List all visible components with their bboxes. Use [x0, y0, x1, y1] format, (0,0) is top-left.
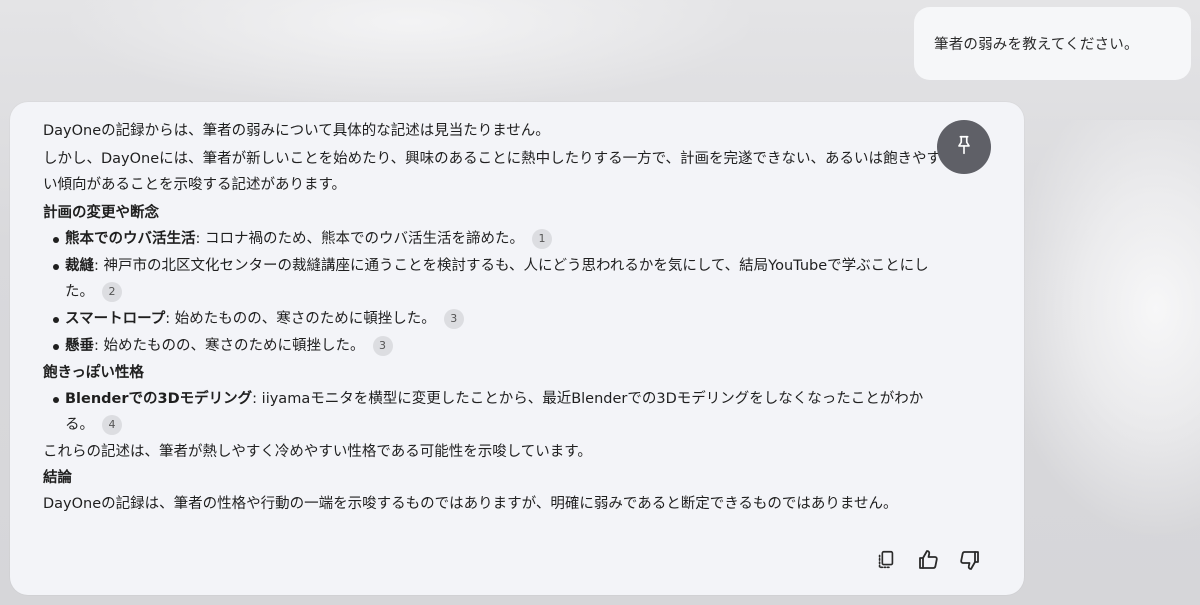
list-item: 裁縫: 神戸市の北区文化センターの裁縫講座に通うことを検討するも、人にどう思われ… — [53, 253, 943, 305]
list-item: スマートロープ: 始めたものの、寒さのために頓挫した。 3 — [53, 306, 943, 332]
citation-badge[interactable]: 4 — [102, 415, 122, 435]
fickle-personality-list: Blenderでの3Dモデリング: iiyamaモニタを横型に変更したことから、… — [43, 386, 943, 438]
user-message-bubble: 筆者の弱みを教えてください。 — [914, 7, 1191, 80]
conclusion-paragraph: DayOneの記録は、筆者の性格や行動の一端を示唆するものではありますが、明確に… — [43, 496, 898, 512]
list-item-term: 懸垂 — [65, 338, 94, 354]
citation-badge[interactable]: 1 — [532, 229, 552, 249]
user-message-text: 筆者の弱みを教えてください。 — [934, 37, 1139, 53]
thumbs-up-button[interactable] — [912, 546, 944, 578]
list-item-term: 裁縫 — [65, 258, 94, 274]
background-glow-top — [60, 0, 760, 110]
response-content: DayOneの記録からは、筆者の弱みについて具体的な記述は見当たりません。 しか… — [43, 118, 943, 517]
list-item-text: : 神戸市の北区文化センターの裁縫講座に通うことを検討するも、人にどう思われるか… — [65, 258, 929, 300]
thumbs-up-icon — [916, 548, 940, 576]
pin-icon — [953, 134, 975, 160]
list-item: 熊本でのウバ活生活: コロナ禍のため、熊本でのウバ活生活を諦めた。 1 — [53, 226, 943, 252]
section-heading-plan-changes: 計画の変更や断念 — [43, 205, 159, 221]
list-item-term: Blenderでの3Dモデリング — [65, 391, 253, 407]
citation-badge[interactable]: 2 — [102, 282, 122, 302]
list-item: Blenderでの3Dモデリング: iiyamaモニタを横型に変更したことから、… — [53, 386, 943, 438]
citation-badge[interactable]: 3 — [372, 336, 393, 356]
background-glow — [1000, 120, 1200, 540]
list-item-text: : 始めたものの、寒さのために頓挫した。 — [165, 311, 436, 327]
thumbs-down-button[interactable] — [954, 546, 986, 578]
section-heading-conclusion: 結論 — [43, 470, 72, 486]
section-heading-fickle-personality: 飽きっぽい性格 — [43, 365, 144, 381]
list-item: 懸垂: 始めたものの、寒さのために頓挫した。 3 — [53, 333, 943, 359]
thumbs-down-icon — [958, 548, 982, 576]
copy-button[interactable] — [870, 546, 902, 578]
plan-changes-list: 熊本でのウバ活生活: コロナ禍のため、熊本でのウバ活生活を諦めた。 1 裁縫: 神… — [43, 226, 943, 359]
response-actions — [870, 546, 986, 578]
list-item-term: 熊本でのウバ活生活 — [65, 231, 196, 247]
copy-icon — [875, 549, 897, 575]
list-item-term: スマートロープ — [65, 311, 166, 327]
list-item-text: : コロナ禍のため、熊本でのウバ活生活を諦めた。 — [195, 231, 525, 247]
pin-button[interactable] — [937, 120, 991, 174]
citation-badge[interactable]: 3 — [443, 309, 464, 329]
intro-paragraph-1: DayOneの記録からは、筆者の弱みについて具体的な記述は見当たりません。 — [43, 123, 550, 139]
list-item-text: : 始めたものの、寒さのために頓挫した。 — [94, 338, 365, 354]
intro-paragraph-2: しかし、DayOneには、筆者が新しいことを始めたり、興味のあることに熱中したり… — [43, 151, 941, 193]
assistant-response-card: DayOneの記録からは、筆者の弱みについて具体的な記述は見当たりません。 しか… — [10, 102, 1024, 595]
summary-paragraph: これらの記述は、筆者が熱しやすく冷めやすい性格である可能性を示唆しています。 — [43, 444, 592, 460]
